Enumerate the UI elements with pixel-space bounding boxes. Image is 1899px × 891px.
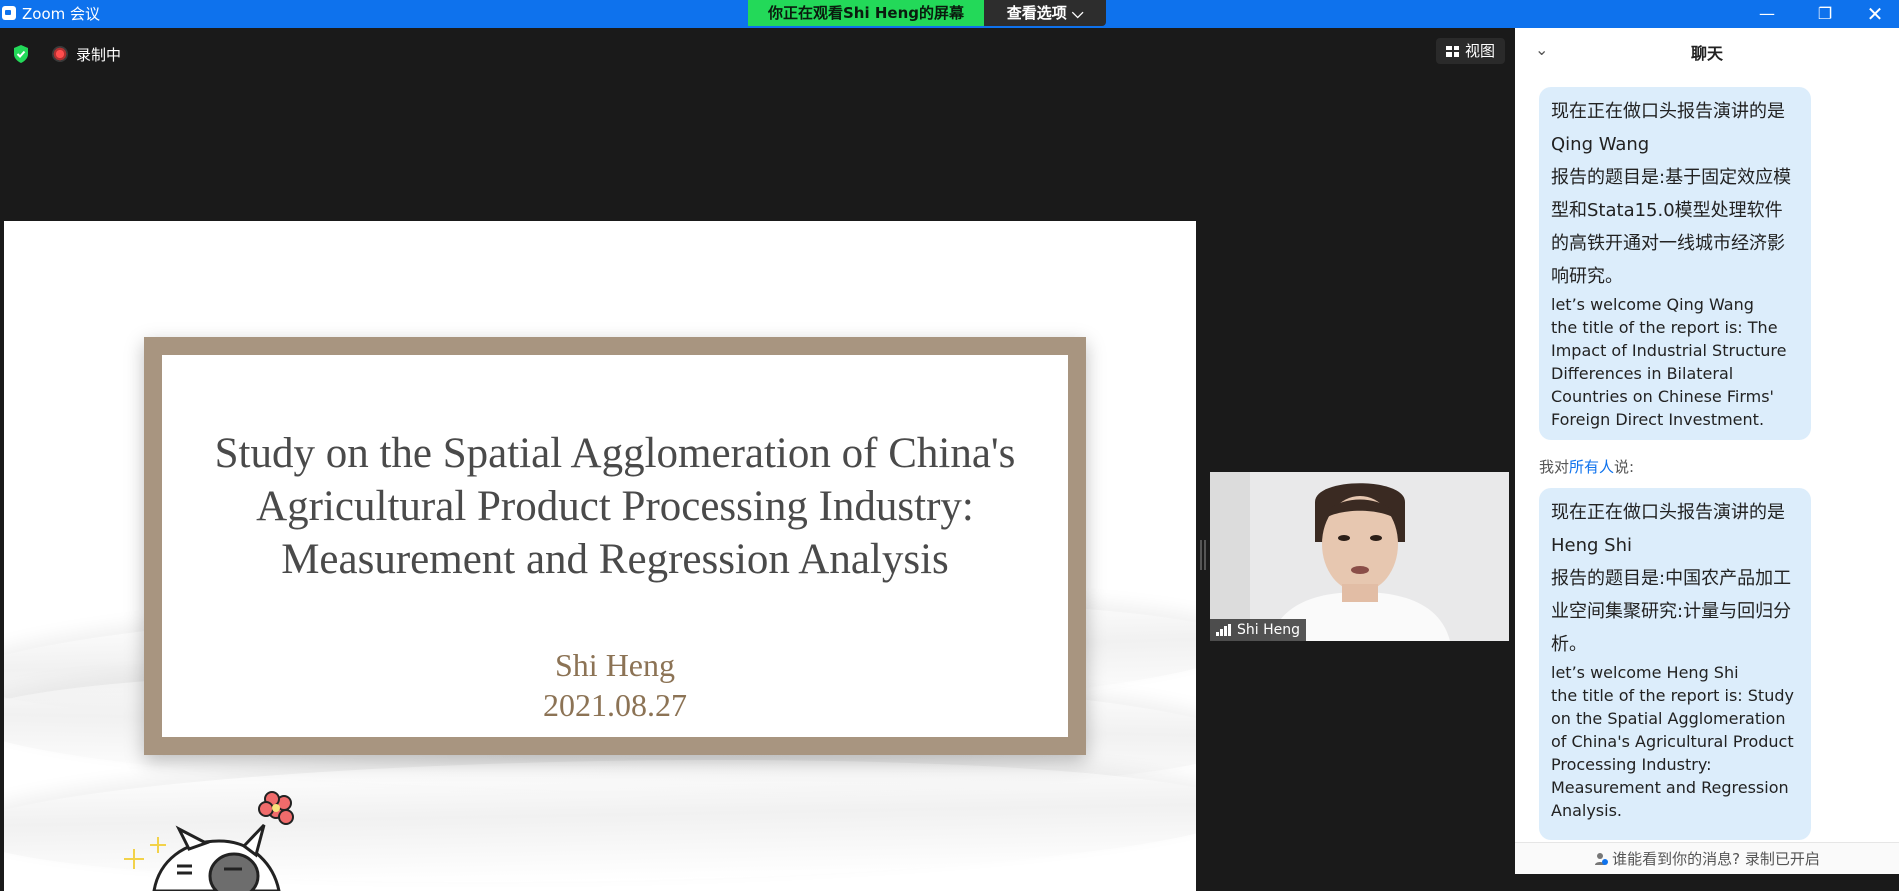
chat-visibility-notice[interactable]: 谁能看到你的消息? 录制已开启 <box>1515 842 1899 874</box>
window-title: Zoom 会议 <box>22 5 101 23</box>
chat-message: 现在正在做口头报告演讲的是Qing Wang 报告的题目是:基于固定效应模型和S… <box>1539 87 1811 440</box>
chat-to-suffix: 说: <box>1614 458 1635 476</box>
recording-indicator[interactable]: 录制中 <box>52 42 121 66</box>
chat-recipient-line: 我对所有人说: <box>1539 456 1634 477</box>
slide-title-frame: Study on the Spatial Agglomeration of Ch… <box>144 337 1086 755</box>
recording-label: 录制中 <box>76 45 122 64</box>
chat-message-text: 报告的题目是:中国农产品加工业空间集聚研究:计量与回归分析。 <box>1551 568 1792 655</box>
cat-sticker-icon <box>124 791 294 891</box>
slide-author: Shi Heng <box>555 647 675 683</box>
chat-message-text: the title of the report is: The Impact o… <box>1551 318 1787 429</box>
chat-message-text: the title of the report is: Study on the… <box>1551 686 1794 820</box>
resize-handle[interactable] <box>1200 540 1206 570</box>
chat-title: 聊天 <box>1690 44 1723 63</box>
person-lock-icon <box>1595 853 1609 865</box>
view-options-label: 查看选项 <box>1006 4 1067 22</box>
view-options-button[interactable]: 查看选项 ⌵ <box>984 0 1106 26</box>
chat-message: 现在正在做口头报告演讲的是Heng Shi 报告的题目是:中国农产品加工业空间集… <box>1539 488 1811 840</box>
chat-footer-text: 谁能看到你的消息? 录制已开启 <box>1612 850 1820 868</box>
slide-title: Study on the Spatial Agglomeration of Ch… <box>214 430 1016 583</box>
chat-message-text: 现在正在做口头报告演讲的是Qing Wang <box>1551 101 1785 155</box>
title-bar: Zoom 会议 你正在观看Shi Heng的屏幕 查看选项 ⌵ — ❐ ✕ <box>0 0 1899 28</box>
signal-strength-icon <box>1216 624 1231 636</box>
meeting-area: 录制中 视图 Study on the Spatial Agglomeratio… <box>0 28 1515 891</box>
shared-screen-slide: Study on the Spatial Agglomeration of Ch… <box>4 221 1196 891</box>
chat-message-text: 报告的题目是:基于固定效应模型和Stata15.0模型处理软件的高铁开通对一线城… <box>1551 167 1792 287</box>
slide-date: 2021.08.27 <box>543 687 687 723</box>
close-button[interactable]: ✕ <box>1846 0 1899 28</box>
participant-video[interactable]: Shi Heng <box>1210 472 1509 641</box>
view-label: 视图 <box>1465 42 1496 60</box>
chevron-down-icon: ⌵ <box>1071 4 1084 22</box>
chat-to-prefix: 我对 <box>1539 458 1570 476</box>
minimize-button[interactable]: — <box>1738 0 1796 28</box>
chat-recipient-link[interactable]: 所有人 <box>1569 458 1614 476</box>
participant-name: Shi Heng <box>1237 622 1300 638</box>
chat-message-text: 现在正在做口头报告演讲的是Heng Shi <box>1551 502 1785 556</box>
shield-icon[interactable] <box>12 44 30 64</box>
chat-message-text: let’s welcome Heng Shi <box>1551 663 1739 682</box>
chat-panel: ⌄ 聊天 现在正在做口头报告演讲的是Qing Wang 报告的题目是:基于固定效… <box>1515 28 1899 874</box>
slide-title-card: Study on the Spatial Agglomeration of Ch… <box>162 355 1068 737</box>
zoom-app-icon <box>2 6 16 20</box>
chat-message-text: let’s welcome Qing Wang <box>1551 295 1754 314</box>
record-icon <box>52 46 68 62</box>
grid-view-icon <box>1446 45 1459 57</box>
participant-video-feed <box>1210 472 1509 641</box>
viewing-screen-banner: 你正在观看Shi Heng的屏幕 <box>748 0 984 26</box>
view-button[interactable]: 视图 <box>1436 38 1506 64</box>
participant-name-tag: Shi Heng <box>1210 619 1306 641</box>
